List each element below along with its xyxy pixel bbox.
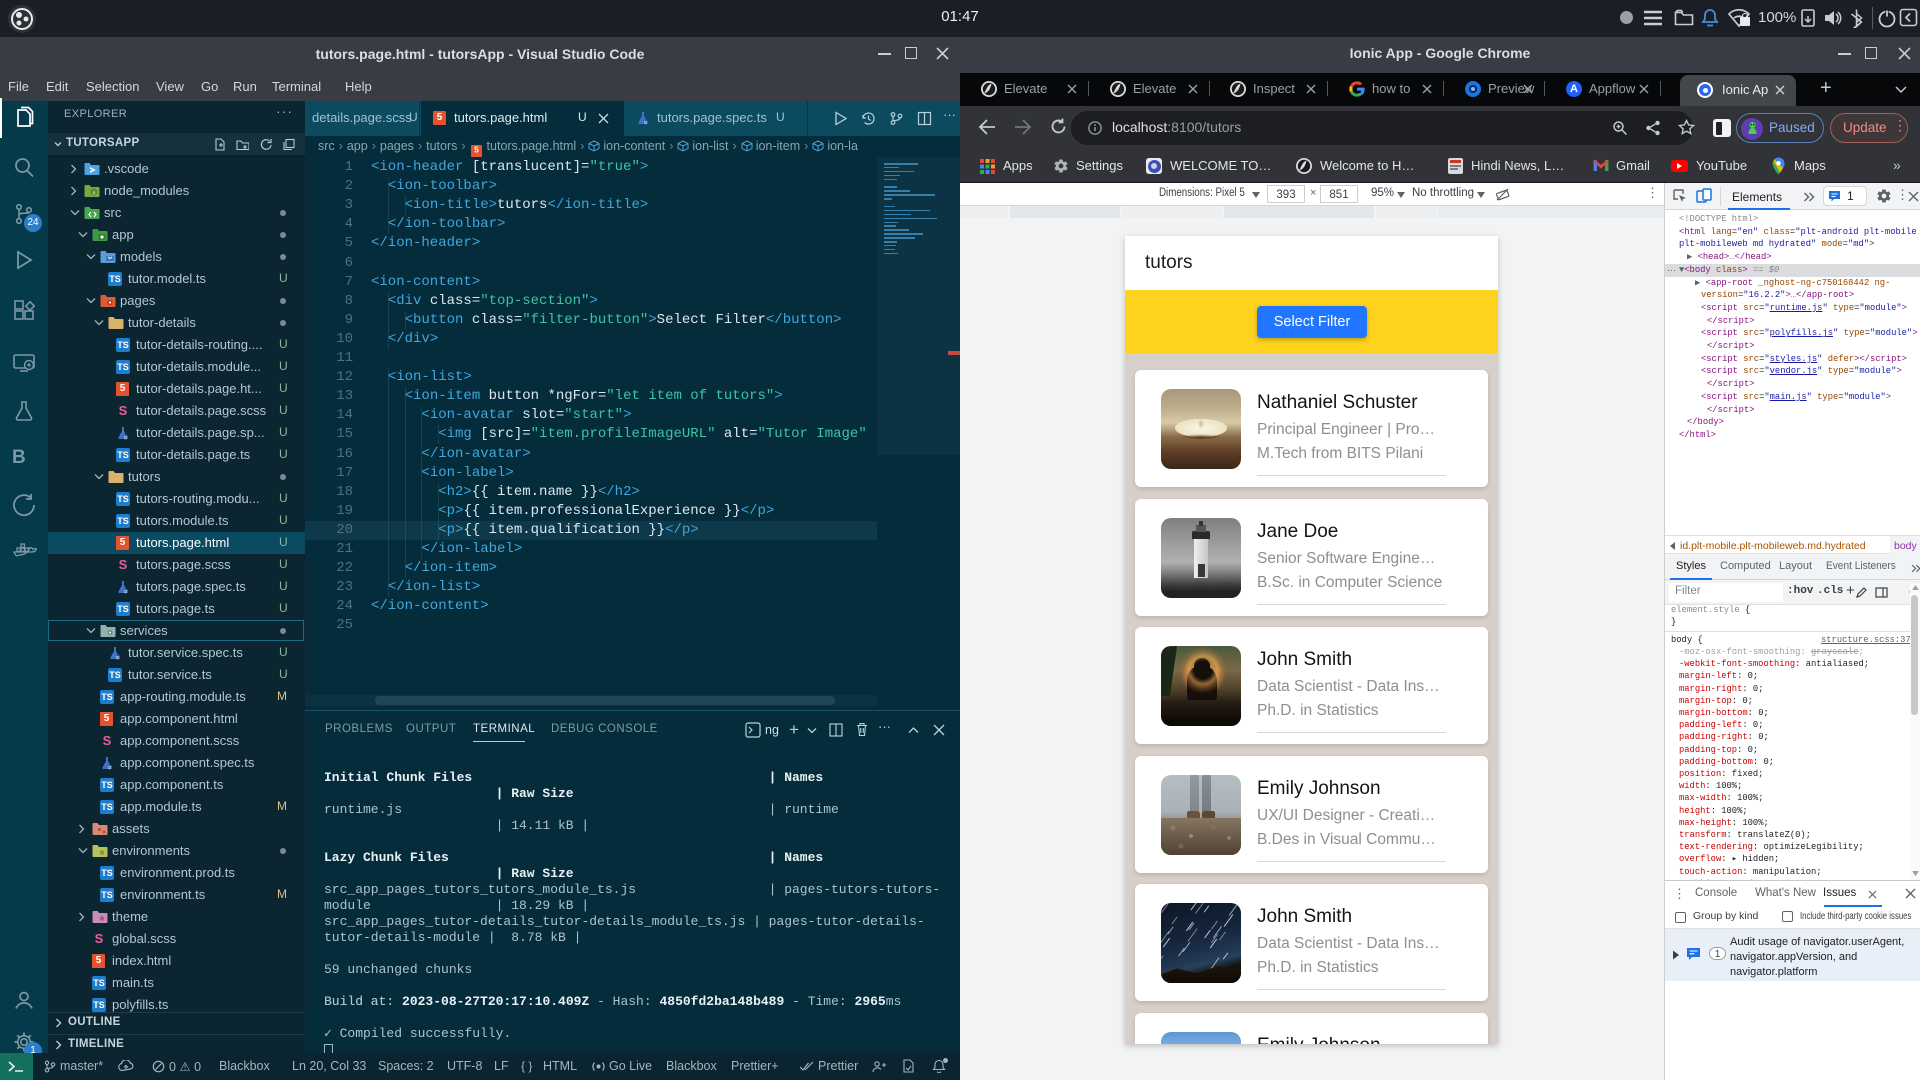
svg-text:ts: ts [124, 589, 128, 594]
svg-text:ts: ts [644, 120, 648, 125]
svg-text:ts: ts [108, 765, 112, 770]
svg-text:ts: ts [116, 655, 120, 660]
svg-text:n: n [93, 190, 96, 196]
svg-text:ts: ts [124, 435, 128, 440]
